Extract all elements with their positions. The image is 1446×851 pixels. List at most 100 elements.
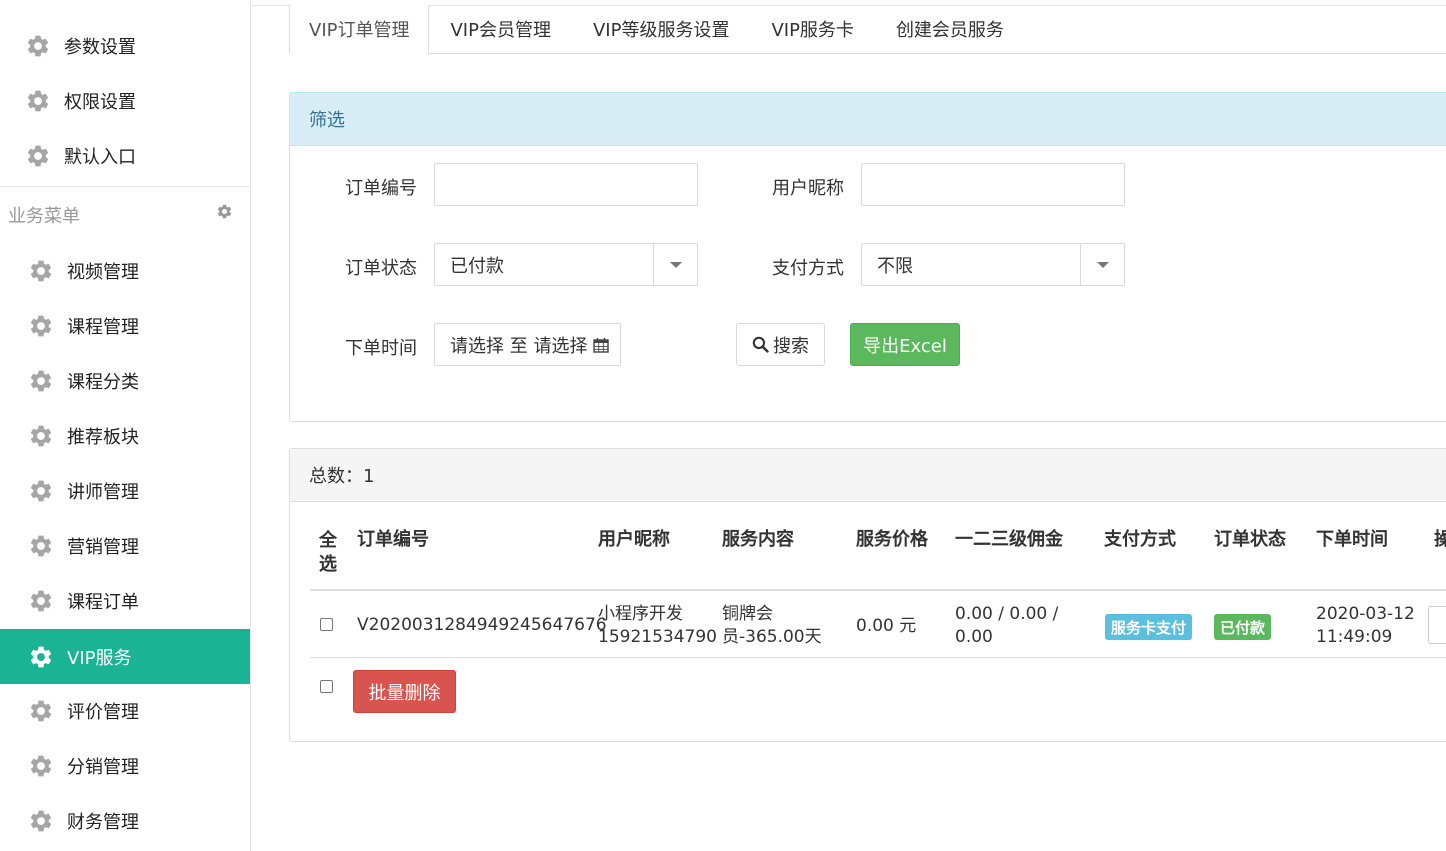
sidebar-divider [0, 186, 250, 187]
sidebar-item-course-orders[interactable]: 课程订单 [0, 573, 250, 628]
sidebar-item-label: VIP服务 [67, 647, 132, 669]
cell-nickname: 小程序开发 15921534790 [598, 603, 717, 649]
total-count: 总数：1 [290, 449, 1446, 502]
tab-create-service[interactable]: 创建会员服务 [875, 5, 1025, 53]
tab-vip-members[interactable]: VIP会员管理 [429, 5, 571, 53]
filter-panel-title: 筛选 [290, 93, 1446, 146]
batch-delete-button[interactable]: 批量删除 [353, 670, 456, 713]
sidebar-item-label: 讲师管理 [67, 481, 139, 503]
sidebar-item-course[interactable]: 课程管理 [0, 298, 250, 353]
gear-icon [30, 700, 52, 721]
gear-icon [27, 35, 49, 56]
row-checkbox[interactable] [320, 618, 333, 631]
sidebar-item-label: 营销管理 [67, 536, 139, 558]
chevron-down-icon [1080, 244, 1124, 285]
th-status: 订单状态 [1214, 529, 1286, 550]
cell-commission-line2: 0.00 [955, 627, 993, 647]
th-commission: 一二三级佣金 [955, 529, 1063, 550]
sidebar-item-label: 财务管理 [67, 811, 139, 833]
order-list-panel: 总数：1 全选 订单编号 用户昵称 服务内容 服务价格 一二三级佣金 支付方式 … [289, 448, 1446, 742]
table-row-divider [310, 657, 1446, 658]
gear-icon [30, 646, 52, 667]
sidebar-item-vip-service[interactable]: VIP服务 [0, 629, 250, 684]
sidebar-item-default-entry[interactable]: 默认入口 [0, 128, 250, 183]
sidebar-item-label: 评价管理 [67, 701, 139, 723]
sidebar-item-label: 课程订单 [67, 591, 139, 613]
order-status-select[interactable]: 已付款 [434, 243, 698, 286]
gear-icon [27, 90, 49, 111]
pay-method-value: 不限 [877, 255, 913, 277]
sidebar-item-lecturer[interactable]: 讲师管理 [0, 463, 250, 518]
cell-commission-line1: 0.00 / 0.00 / [955, 604, 1059, 624]
chevron-down-icon [653, 244, 697, 285]
cell-time-clock: 11:49:09 [1316, 627, 1393, 647]
th-ops: 操 [1434, 529, 1446, 550]
sidebar-section-label: 业务菜单 [8, 206, 80, 227]
export-excel-button[interactable]: 导出Excel [850, 323, 960, 366]
sidebar-item-distribution[interactable]: 分销管理 [0, 738, 250, 793]
sidebar-item-label: 分销管理 [67, 756, 139, 778]
sidebar-item-permissions[interactable]: 权限设置 [0, 73, 250, 128]
cell-content: 铜牌会 员-365.00天 [722, 603, 822, 649]
gear-icon [30, 590, 52, 611]
order-no-input[interactable] [434, 163, 698, 206]
sidebar-item-finance[interactable]: 财务管理 [0, 793, 250, 848]
sidebar-item-label: 默认入口 [64, 146, 136, 168]
pay-method-label: 支付方式 [772, 258, 844, 279]
gear-icon [30, 480, 52, 501]
gear-icon [30, 755, 52, 776]
cell-nickname-name: 小程序开发 [598, 604, 683, 624]
sidebar-item-course-category[interactable]: 课程分类 [0, 353, 250, 408]
th-pay-method: 支付方式 [1104, 529, 1176, 550]
th-price: 服务价格 [856, 529, 928, 550]
th-order-no: 订单编号 [357, 529, 429, 550]
gear-icon [30, 535, 52, 556]
sidebar-item-label: 视频管理 [67, 261, 139, 283]
th-time: 下单时间 [1316, 529, 1388, 550]
sidebar-item-params[interactable]: 参数设置 [0, 18, 250, 73]
gear-icon [30, 260, 52, 281]
pay-method-select[interactable]: 不限 [861, 243, 1125, 286]
th-content: 服务内容 [722, 529, 794, 550]
status-badge: 已付款 [1214, 614, 1272, 640]
sidebar-item-video[interactable]: 视频管理 [0, 243, 250, 298]
tab-vip-orders[interactable]: VIP订单管理 [289, 5, 430, 54]
search-button[interactable]: 搜索 [736, 323, 825, 366]
gear-icon [30, 425, 52, 446]
gear-icon [27, 145, 49, 166]
order-status-value: 已付款 [450, 255, 504, 277]
date-range-value: 请选择 至 请选择 [450, 335, 588, 357]
date-range-picker[interactable]: 请选择 至 请选择 [434, 323, 621, 366]
tab-vip-cards[interactable]: VIP服务卡 [750, 5, 874, 53]
nickname-input[interactable] [861, 163, 1125, 206]
tab-vip-level-settings[interactable]: VIP等级服务设置 [572, 5, 750, 53]
sidebar-item-recommend[interactable]: 推荐板块 [0, 408, 250, 463]
gear-icon[interactable] [216, 203, 233, 220]
sidebar-item-reviews[interactable]: 评价管理 [0, 683, 250, 738]
cell-content-line2: 员-365.00天 [722, 627, 822, 647]
th-nickname: 用户昵称 [598, 529, 670, 550]
cell-time: 2020-03-12 11:49:09 [1316, 603, 1415, 649]
gear-icon [30, 315, 52, 336]
sidebar-item-marketing[interactable]: 营销管理 [0, 518, 250, 573]
sidebar-item-label: 权限设置 [64, 91, 136, 113]
cell-order-no: V2020031284949245647676 [357, 615, 607, 635]
sidebar-item-label: 课程分类 [67, 371, 139, 393]
cell-commission: 0.00 / 0.00 / 0.00 [955, 603, 1058, 649]
gear-icon [30, 810, 52, 831]
search-icon [752, 336, 769, 353]
gear-icon [30, 370, 52, 391]
nickname-label: 用户昵称 [772, 178, 844, 199]
pay-method-badge: 服务卡支付 [1105, 614, 1193, 640]
th-select-all[interactable]: 全选 [319, 529, 341, 577]
cell-content-line1: 铜牌会 [722, 604, 773, 624]
order-no-label: 订单编号 [345, 178, 417, 199]
sidebar-item-label: 课程管理 [67, 316, 139, 338]
row-action-button[interactable] [1428, 606, 1446, 644]
cell-time-date: 2020-03-12 [1316, 604, 1415, 624]
cell-price: 0.00 元 [856, 616, 917, 636]
select-all-checkbox[interactable] [320, 680, 333, 693]
sidebar-item-label: 推荐板块 [67, 426, 139, 448]
filter-panel: 筛选 订单编号 用户昵称 订单状态 已付款 支付方式 不限 下单时间 请选择 至… [289, 92, 1446, 422]
calendar-icon [593, 337, 610, 353]
